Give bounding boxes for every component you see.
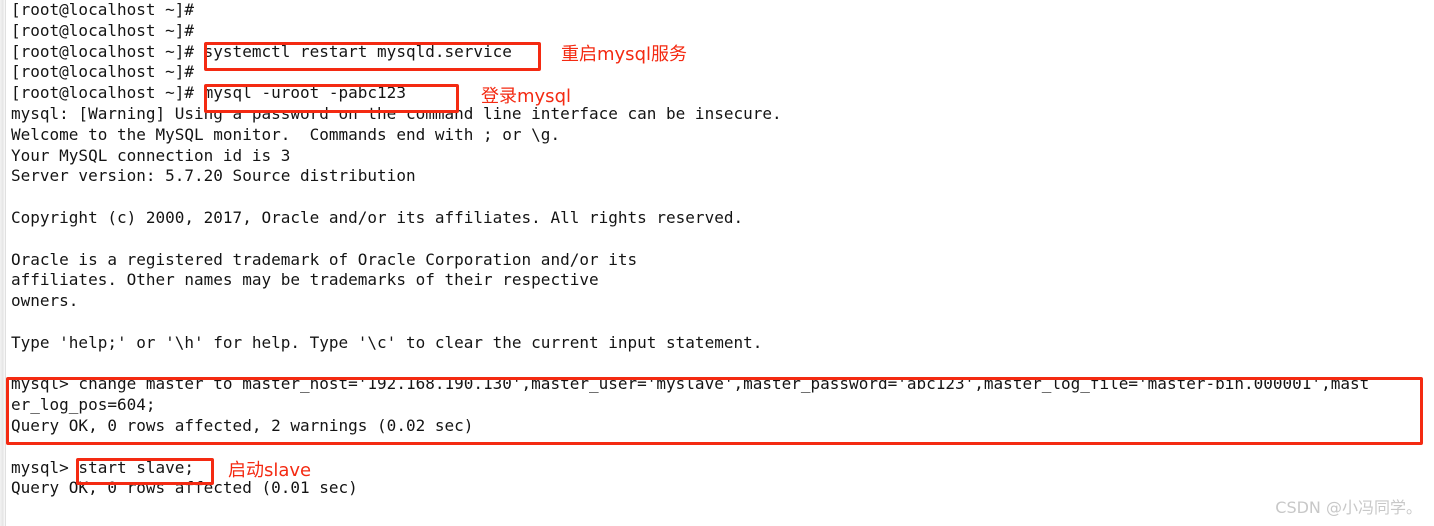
terminal-line: Server version: 5.7.20 Source distributi… — [11, 166, 416, 186]
annotation-label-restart-service: 重启mysql服务 — [561, 44, 687, 65]
terminal-line: [root@localhost ~]# systemctl restart my… — [11, 41, 512, 61]
terminal-line: Welcome to the MySQL monitor. Commands e… — [11, 124, 561, 144]
terminal-line: Copyright (c) 2000, 2017, Oracle and/or … — [11, 207, 744, 227]
terminal-line: Oracle is a registered trademark of Orac… — [11, 249, 638, 269]
terminal-line: Query OK, 0 rows affected, 2 warnings (0… — [11, 415, 474, 435]
terminal-line: owners. — [11, 291, 79, 311]
terminal-line: er_log_pos=604; — [11, 395, 156, 415]
terminal-output: [root@localhost ~]# [root@localhost ~]# … — [11, 0, 1431, 499]
terminal-line: mysql> change master to master_host='192… — [11, 374, 1370, 394]
terminal-line: Query OK, 0 rows affected (0.01 sec) — [11, 478, 358, 498]
terminal-line: mysql> start slave; — [11, 457, 195, 477]
terminal-line: affiliates. Other names may be trademark… — [11, 270, 599, 290]
terminal-line: [root@localhost ~]# — [11, 0, 195, 19]
terminal-line: [root@localhost ~]# — [11, 20, 195, 40]
scrollbar-gutter[interactable] — [0, 0, 6, 526]
annotation-label-login-mysql: 登录mysql — [481, 86, 571, 107]
csdn-watermark: CSDN @小冯同学。 — [1275, 498, 1422, 517]
terminal-line: Your MySQL connection id is 3 — [11, 145, 291, 165]
annotation-label-start-slave: 启动slave — [228, 460, 312, 481]
terminal-screenshot: [root@localhost ~]# [root@localhost ~]# … — [0, 0, 1434, 526]
terminal-line: [root@localhost ~]# — [11, 62, 195, 82]
terminal-line: Type 'help;' or '\h' for help. Type '\c'… — [11, 332, 763, 352]
terminal-line: mysql: [Warning] Using a password on the… — [11, 103, 782, 123]
terminal-line: [root@localhost ~]# mysql -uroot -pabc12… — [11, 83, 406, 103]
